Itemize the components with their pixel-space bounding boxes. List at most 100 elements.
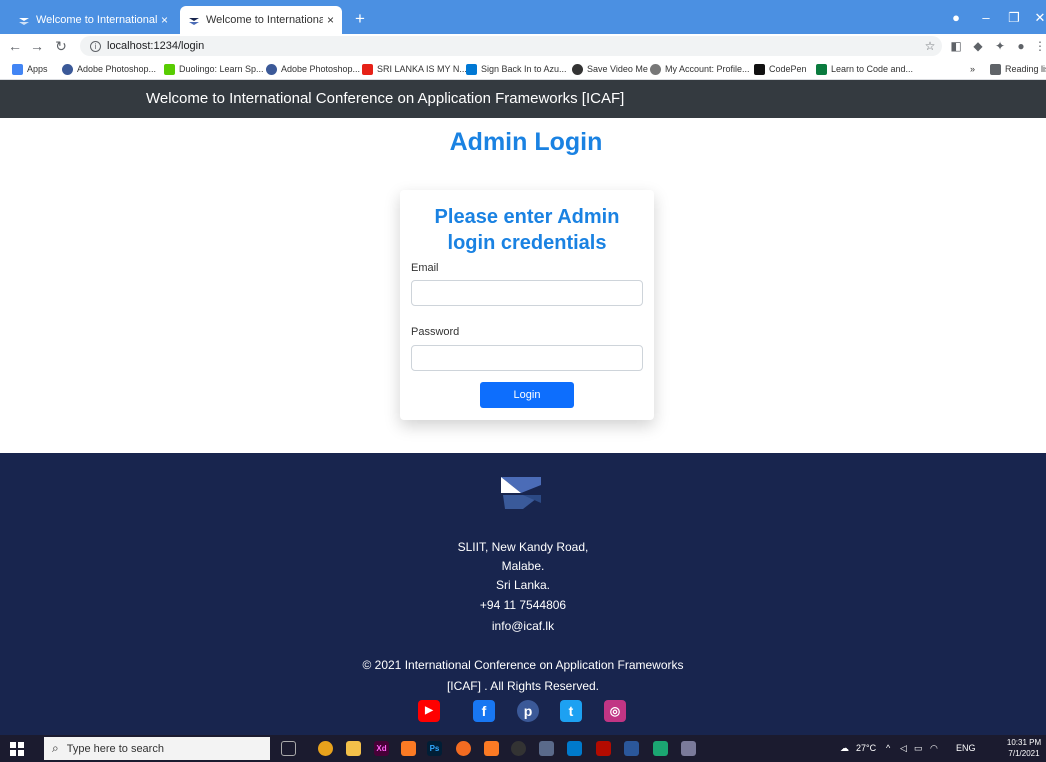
site-favicon-icon bbox=[19, 18, 29, 25]
task-view-icon[interactable] bbox=[281, 741, 296, 756]
instagram-icon[interactable]: ◎ bbox=[604, 700, 626, 722]
chrome-icon[interactable] bbox=[318, 741, 333, 756]
email-label: Email bbox=[411, 262, 439, 274]
pinterest-icon[interactable]: p bbox=[517, 700, 539, 722]
tab-title: Welcome to International Confe bbox=[206, 14, 323, 26]
youtube-icon[interactable]: ▶ bbox=[418, 700, 440, 722]
restore-button[interactable]: ❐ bbox=[1004, 9, 1024, 27]
wordpress-icon bbox=[62, 63, 73, 75]
bookmark-item[interactable]: Save Video Me bbox=[572, 61, 648, 77]
extension-icon[interactable]: ◧ bbox=[948, 38, 964, 54]
bookmark-label: Adobe Photoshop... bbox=[281, 64, 361, 74]
reading-list-label: Reading list bbox=[1005, 64, 1046, 74]
language-indicator[interactable]: ENG bbox=[956, 743, 976, 753]
bookmark-item[interactable]: SRI LANKA IS MY N... bbox=[362, 61, 467, 77]
bookmark-item[interactable]: Duolingo: Learn Sp... bbox=[164, 61, 264, 77]
vscode-icon[interactable] bbox=[567, 741, 582, 756]
footer-phone: +94 11 7544806 bbox=[479, 598, 567, 612]
clock-date: 7/1/2021 bbox=[1008, 749, 1040, 758]
bookmark-label: Sign Back In to Azu... bbox=[481, 64, 567, 74]
bookmark-item[interactable]: Adobe Photoshop... bbox=[266, 61, 360, 77]
freecodecamp-icon bbox=[816, 63, 827, 75]
git-icon[interactable] bbox=[653, 741, 668, 756]
card-heading: Please enter Admin login credentials bbox=[400, 204, 654, 256]
adobe-xd-icon[interactable]: Xd bbox=[374, 741, 389, 756]
footer-copyright-line-1: © 2021 International Conference on Appli… bbox=[362, 658, 684, 672]
extension-icon[interactable]: ◆ bbox=[970, 38, 986, 54]
battery-icon[interactable]: ▭ bbox=[914, 743, 923, 754]
close-window-button[interactable]: ✕ bbox=[1030, 9, 1046, 27]
word-icon[interactable] bbox=[624, 741, 639, 756]
footer-address-line-2: Malabe. bbox=[501, 559, 545, 573]
bookmarks-overflow-button[interactable]: » bbox=[970, 61, 975, 77]
search-icon: ⌕ bbox=[52, 741, 59, 755]
xampp-icon[interactable] bbox=[484, 741, 499, 756]
duolingo-icon bbox=[164, 63, 175, 75]
bookmark-star-icon[interactable]: ☆ bbox=[922, 38, 938, 54]
bookmark-item[interactable]: Sign Back In to Azu... bbox=[466, 61, 567, 77]
bookmark-label: CodePen bbox=[769, 64, 807, 74]
xampp-icon[interactable] bbox=[401, 741, 416, 756]
bookmarks-bar: Apps Adobe Photoshop... Duolingo: Learn … bbox=[0, 58, 1046, 80]
icaf-logo-icon bbox=[501, 477, 541, 509]
password-field[interactable] bbox=[411, 345, 643, 371]
back-arrow-icon[interactable]: ← bbox=[6, 37, 24, 55]
account-profile-icon bbox=[650, 63, 661, 75]
footer-copyright-line-2: [ICAF] . All Rights Reserved. bbox=[446, 679, 600, 693]
extensions-puzzle-icon[interactable]: ✦ bbox=[992, 38, 1008, 54]
footer-address-line-3: Sri Lanka. bbox=[495, 578, 551, 592]
twitter-icon[interactable]: t bbox=[560, 700, 582, 722]
reading-list-icon bbox=[990, 63, 1001, 75]
bookmark-label: Adobe Photoshop... bbox=[77, 64, 157, 74]
browser-toolbar: ← → ↻ i localhost:1234/login ☆ ◧ ◆ ✦ ● ⋮ bbox=[0, 34, 1046, 58]
photoshop-icon[interactable]: Ps bbox=[427, 741, 442, 756]
bookmark-item[interactable]: Adobe Photoshop... bbox=[62, 61, 156, 77]
address-bar[interactable]: i localhost:1234/login bbox=[80, 36, 942, 56]
browser-tab-2[interactable]: Welcome to International Confe × bbox=[180, 6, 342, 34]
minimize-button[interactable]: – bbox=[976, 9, 996, 27]
file-explorer-icon[interactable] bbox=[346, 741, 361, 756]
save-video-icon bbox=[572, 63, 583, 75]
wifi-icon[interactable]: ◠ bbox=[930, 743, 938, 754]
reading-list-button[interactable]: Reading list bbox=[990, 61, 1046, 77]
reload-icon[interactable]: ↻ bbox=[52, 37, 70, 55]
login-button[interactable]: Login bbox=[480, 382, 574, 408]
bookmark-apps[interactable]: Apps bbox=[12, 61, 48, 77]
postman-icon[interactable] bbox=[456, 741, 471, 756]
weather-temp[interactable]: 27°C bbox=[856, 743, 876, 753]
email-field[interactable] bbox=[411, 280, 643, 306]
site-footer: SLIIT, New Kandy Road, Malabe. Sri Lanka… bbox=[0, 453, 1046, 735]
menu-kebab-icon[interactable]: ⋮ bbox=[1032, 38, 1046, 54]
app-icon[interactable] bbox=[539, 741, 554, 756]
facebook-icon[interactable]: f bbox=[473, 700, 495, 722]
taskbar-clock[interactable]: 10:31 PM 7/1/2021 bbox=[1004, 737, 1044, 759]
browser-tab-1[interactable]: Welcome to International Confe × bbox=[10, 6, 176, 34]
taskbar-search-box[interactable]: ⌕ Type here to search bbox=[44, 737, 270, 760]
site-header: Welcome to International Conference on A… bbox=[0, 80, 1046, 118]
bookmark-label: Duolingo: Learn Sp... bbox=[179, 64, 264, 74]
profile-icon[interactable]: ● bbox=[946, 9, 966, 27]
forward-arrow-icon[interactable]: → bbox=[28, 37, 46, 55]
tray-chevron-icon[interactable]: ^ bbox=[886, 743, 890, 753]
tab-close-icon[interactable]: × bbox=[161, 13, 168, 27]
obs-icon[interactable] bbox=[511, 741, 526, 756]
windows-start-icon[interactable] bbox=[10, 742, 24, 756]
app-icon[interactable] bbox=[681, 741, 696, 756]
bookmark-item[interactable]: My Account: Profile... bbox=[650, 61, 750, 77]
acrobat-icon[interactable] bbox=[596, 741, 611, 756]
new-tab-button[interactable]: + bbox=[350, 9, 370, 29]
browser-tab-bar: Welcome to International Confe × Welcome… bbox=[0, 0, 1046, 34]
weather-icon[interactable]: ☁ bbox=[840, 743, 849, 754]
bookmark-item[interactable]: CodePen bbox=[754, 61, 807, 77]
site-title[interactable]: Welcome to International Conference on A… bbox=[146, 90, 624, 107]
tab-close-icon[interactable]: × bbox=[327, 13, 334, 27]
bookmark-label: SRI LANKA IS MY N... bbox=[377, 64, 467, 74]
volume-icon[interactable]: ◁ bbox=[900, 743, 907, 754]
url-text: localhost:1234/login bbox=[107, 40, 205, 52]
account-icon[interactable]: ● bbox=[1013, 38, 1029, 54]
bookmark-item[interactable]: Learn to Code and... bbox=[816, 61, 913, 77]
footer-email[interactable]: info@icaf.lk bbox=[0, 619, 1046, 633]
apps-grid-icon bbox=[12, 63, 23, 75]
site-info-icon[interactable]: i bbox=[90, 40, 101, 52]
youtube-icon bbox=[362, 63, 373, 75]
